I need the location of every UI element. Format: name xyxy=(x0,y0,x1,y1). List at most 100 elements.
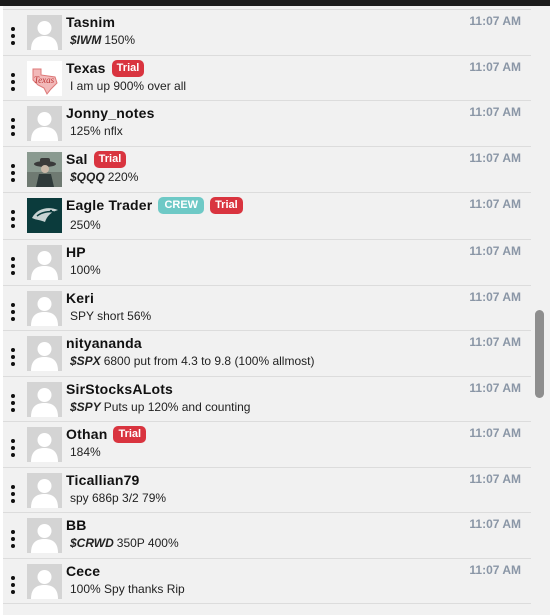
default-avatar[interactable] xyxy=(27,245,62,280)
default-avatar[interactable] xyxy=(27,564,62,599)
chat-message-row[interactable]: Eagle Trader CREW Trial 250% 11:07 AM xyxy=(3,193,531,240)
message-menu-icon[interactable] xyxy=(10,394,16,412)
chat-message-row[interactable]: Ticallian79 spy 686p 3/2 79% 11:07 AM xyxy=(3,468,531,513)
message-header: Keri xyxy=(66,289,94,307)
message-timestamp: 11:07 AM xyxy=(469,105,521,119)
chat-message-row[interactable]: Sal Trial $QQQ 220% 11:07 AM xyxy=(3,147,531,193)
cowboy-avatar[interactable] xyxy=(27,152,62,187)
trial-badge: Trial xyxy=(111,59,145,77)
message-timestamp: 11:07 AM xyxy=(469,244,521,258)
message-menu-icon[interactable] xyxy=(10,73,16,91)
default-avatar[interactable] xyxy=(27,106,62,141)
eagles-avatar[interactable] xyxy=(27,198,62,233)
username[interactable]: Eagle Trader xyxy=(66,197,152,213)
message-menu-icon[interactable] xyxy=(10,439,16,457)
message-body: 100% xyxy=(70,263,101,277)
username[interactable]: Tasnim xyxy=(66,14,115,30)
trial-badge: Trial xyxy=(113,425,147,443)
default-avatar[interactable] xyxy=(27,382,62,417)
chat-message-row[interactable]: Keri SPY short 56% 11:07 AM xyxy=(3,286,531,331)
default-avatar[interactable] xyxy=(27,15,62,50)
message-header: Jonny_notes xyxy=(66,104,155,122)
message-text: $SPY Puts up 120% and counting xyxy=(70,400,250,414)
username[interactable]: Jonny_notes xyxy=(66,105,155,121)
message-menu-icon[interactable] xyxy=(10,530,16,548)
ticker-symbol[interactable]: $CRWD xyxy=(70,536,114,550)
default-avatar[interactable] xyxy=(27,473,62,508)
username[interactable]: Sal xyxy=(66,151,88,167)
message-body: spy 686p 3/2 79% xyxy=(70,491,167,505)
message-text: 100% Spy thanks Rip xyxy=(70,582,185,596)
chat-message-row[interactable]: nityananda $SPX 6800 put from 4.3 to 9.8 (… xyxy=(3,331,531,377)
username[interactable]: SirStocksALots xyxy=(66,381,173,397)
message-text: 125% nflx xyxy=(70,124,123,138)
username[interactable]: HP xyxy=(66,244,86,260)
username[interactable]: Ticallian79 xyxy=(66,472,140,488)
message-timestamp: 11:07 AM xyxy=(469,290,521,304)
message-timestamp: 11:07 AM xyxy=(469,197,521,211)
username[interactable]: Cece xyxy=(66,563,100,579)
message-header: SirStocksALots xyxy=(66,380,173,398)
message-header: Ticallian79 xyxy=(66,471,140,489)
chat-message-row[interactable]: Jonny_notes 125% nflx 11:07 AM xyxy=(3,101,531,147)
ticker-symbol[interactable]: $SPY xyxy=(70,400,101,414)
message-menu-icon[interactable] xyxy=(10,210,16,228)
message-menu-icon[interactable] xyxy=(10,348,16,366)
chat-message-row[interactable]: Texas Texas Trial I am up 900% over all 11:0… xyxy=(3,56,531,101)
message-body: Puts up 120% and counting xyxy=(103,400,251,414)
message-text: $SPX 6800 put from 4.3 to 9.8 (100% allmo… xyxy=(70,354,314,368)
message-body: 184% xyxy=(70,445,101,459)
texas-avatar[interactable]: Texas xyxy=(27,61,62,96)
trial-badge: Trial xyxy=(93,150,127,168)
default-avatar[interactable] xyxy=(27,427,62,462)
message-body: SPY short 56% xyxy=(70,309,152,323)
username[interactable]: Texas xyxy=(66,60,106,76)
ticker-symbol[interactable]: $IWM xyxy=(70,33,101,47)
message-body: 250% xyxy=(70,218,101,232)
message-menu-icon[interactable] xyxy=(10,576,16,594)
scrollbar-thumb[interactable] xyxy=(535,310,544,398)
message-timestamp: 11:07 AM xyxy=(469,14,521,28)
message-menu-icon[interactable] xyxy=(10,257,16,275)
ticker-symbol[interactable]: $SPX xyxy=(70,354,101,368)
message-timestamp: 11:07 AM xyxy=(469,426,521,440)
message-menu-icon[interactable] xyxy=(10,485,16,503)
username[interactable]: BB xyxy=(66,517,87,533)
chat-message-row[interactable]: HP 100% 11:07 AM xyxy=(3,240,531,286)
username[interactable]: nityananda xyxy=(66,335,142,351)
message-body: 6800 put from 4.3 to 9.8 (100% allmost) xyxy=(103,354,315,368)
message-menu-icon[interactable] xyxy=(10,118,16,136)
crew-badge: CREW xyxy=(158,196,205,214)
ticker-symbol[interactable]: $QQQ xyxy=(70,170,105,184)
default-avatar[interactable] xyxy=(27,518,62,553)
message-header: Othan Trial xyxy=(66,425,147,443)
username[interactable]: Keri xyxy=(66,290,94,306)
message-header: Texas Trial xyxy=(66,59,145,77)
svg-text:Texas: Texas xyxy=(34,75,55,85)
chat-message-row[interactable]: Cece 100% Spy thanks Rip 11:07 AM xyxy=(3,559,531,604)
chat-message-row[interactable]: Tasnim $IWM 150% 11:07 AM xyxy=(3,10,531,56)
chat-message-row[interactable]: SirStocksALots $SPY Puts up 120% and count… xyxy=(3,377,531,422)
message-header: HP xyxy=(66,243,86,261)
message-text: 184% xyxy=(70,445,101,459)
message-text: 100% xyxy=(70,263,101,277)
username[interactable]: Othan xyxy=(66,426,107,442)
chat-message-row[interactable]: Othan Trial 184% 11:07 AM xyxy=(3,422,531,468)
message-timestamp: 11:07 AM xyxy=(469,563,521,577)
default-avatar[interactable] xyxy=(27,336,62,371)
message-text: spy 686p 3/2 79% xyxy=(70,491,166,505)
default-avatar[interactable] xyxy=(27,291,62,326)
message-text: I am up 900% over all xyxy=(70,79,186,93)
message-body: 100% Spy thanks Rip xyxy=(70,582,185,596)
message-timestamp: 11:07 AM xyxy=(469,472,521,486)
message-menu-icon[interactable] xyxy=(10,164,16,182)
message-header: Eagle Trader CREW Trial xyxy=(66,196,243,214)
chat-message-row[interactable]: BB $CRWD 350P 400% 11:07 AM xyxy=(3,513,531,559)
message-menu-icon[interactable] xyxy=(10,303,16,321)
message-timestamp: 11:07 AM xyxy=(469,381,521,395)
message-menu-icon[interactable] xyxy=(10,27,16,45)
message-text: $CRWD 350P 400% xyxy=(70,536,179,550)
message-text: $IWM 150% xyxy=(70,33,135,47)
message-header: BB xyxy=(66,516,87,534)
message-body: 350P 400% xyxy=(116,536,179,550)
